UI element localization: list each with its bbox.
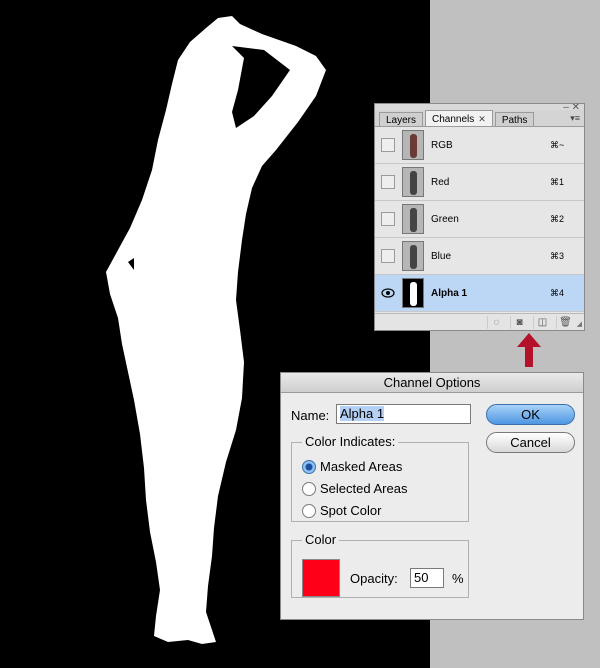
- radio-selected-areas[interactable]: Selected Areas: [302, 481, 407, 496]
- channel-row-alpha-1[interactable]: Alpha 1 ⌘4: [375, 275, 584, 312]
- panel-menu-icon[interactable]: ▾≡: [570, 113, 580, 124]
- name-label: Name:: [291, 408, 330, 423]
- channel-row-green[interactable]: Green ⌘2: [375, 201, 584, 238]
- channel-shortcut: ⌘2: [550, 213, 565, 224]
- radio-label: Masked Areas: [320, 459, 403, 474]
- arrow-up-icon: [517, 333, 541, 367]
- panel-tabs: Layers Channels ✕ Paths ▾≡: [375, 110, 584, 127]
- channel-row-red[interactable]: Red ⌘1: [375, 164, 584, 201]
- channel-name: Alpha 1: [431, 287, 468, 299]
- channel-name: Green: [431, 213, 459, 225]
- visibility-toggle[interactable]: [381, 175, 395, 189]
- trash-icon[interactable]: 🗑: [556, 315, 574, 329]
- radio-masked-areas[interactable]: Masked Areas: [302, 459, 402, 474]
- radio-selected-icon[interactable]: [302, 459, 316, 474]
- eye-icon[interactable]: [381, 286, 395, 300]
- color-indicates-group: Color Indicates: Masked Areas Selected A…: [291, 434, 469, 522]
- channel-shortcut: ⌘3: [550, 250, 565, 261]
- tab-label: Channels: [432, 113, 475, 125]
- radio-label: Selected Areas: [320, 481, 408, 496]
- channel-thumbnail: [402, 278, 424, 308]
- channel-thumbnail: [402, 130, 424, 160]
- channel-shortcut: ⌘4: [550, 287, 565, 298]
- color-swatch[interactable]: [302, 559, 340, 597]
- channel-shortcut: ⌘~: [550, 139, 565, 150]
- radio-icon[interactable]: [302, 503, 316, 518]
- channel-name: Blue: [431, 250, 452, 262]
- opacity-unit: %: [452, 571, 464, 586]
- visibility-toggle[interactable]: [381, 212, 395, 226]
- tab-channels[interactable]: Channels ✕: [425, 110, 493, 126]
- dialog-title: Channel Options: [281, 373, 583, 393]
- opacity-field[interactable]: 50: [410, 568, 444, 588]
- channel-options-dialog: Channel Options Name: Alpha 1 OK Cancel …: [280, 372, 584, 620]
- channels-panel: – ✕ Layers Channels ✕ Paths ▾≡ RGB ⌘~ Re…: [374, 103, 585, 331]
- name-value: Alpha 1: [340, 406, 385, 421]
- tab-layers[interactable]: Layers: [379, 112, 424, 126]
- ok-button[interactable]: OK: [486, 404, 575, 425]
- radio-icon[interactable]: [302, 481, 316, 496]
- channel-name: RGB: [431, 139, 453, 151]
- name-field[interactable]: Alpha 1: [336, 404, 471, 424]
- close-icon[interactable]: ✕: [478, 114, 486, 125]
- visibility-toggle[interactable]: [381, 249, 395, 263]
- panel-footer: ◌ ◙ ◫ 🗑: [375, 313, 584, 330]
- channel-thumbnail: [402, 241, 424, 271]
- channel-row-rgb[interactable]: RGB ⌘~: [375, 127, 584, 164]
- new-channel-icon[interactable]: ◫: [533, 315, 551, 329]
- channel-thumbnail: [402, 204, 424, 234]
- channel-thumbnail: [402, 167, 424, 197]
- radio-spot-color[interactable]: Spot Color: [302, 503, 381, 518]
- color-group: Color Opacity: 50 %: [291, 532, 469, 598]
- channel-shortcut: ⌘1: [550, 176, 565, 187]
- tab-label: Paths: [501, 114, 528, 126]
- group-title: Color Indicates:: [302, 434, 399, 449]
- tab-label: Layers: [386, 114, 417, 126]
- channel-row-blue[interactable]: Blue ⌘3: [375, 238, 584, 275]
- resize-grip-icon[interactable]: ◢: [577, 320, 582, 328]
- tab-paths[interactable]: Paths: [494, 112, 535, 126]
- channel-name: Red: [431, 176, 450, 188]
- opacity-label: Opacity:: [350, 571, 398, 586]
- cancel-button[interactable]: Cancel: [486, 432, 575, 453]
- save-selection-icon[interactable]: ◙: [510, 315, 528, 329]
- radio-label: Spot Color: [320, 503, 382, 518]
- panel-window-controls[interactable]: – ✕: [563, 103, 580, 113]
- group-title: Color: [302, 532, 340, 547]
- channel-list: RGB ⌘~ Red ⌘1 Green ⌘2 Blue ⌘3 Alpha 1 ⌘…: [375, 127, 584, 312]
- load-selection-icon[interactable]: ◌: [487, 315, 505, 329]
- visibility-toggle[interactable]: [381, 138, 395, 152]
